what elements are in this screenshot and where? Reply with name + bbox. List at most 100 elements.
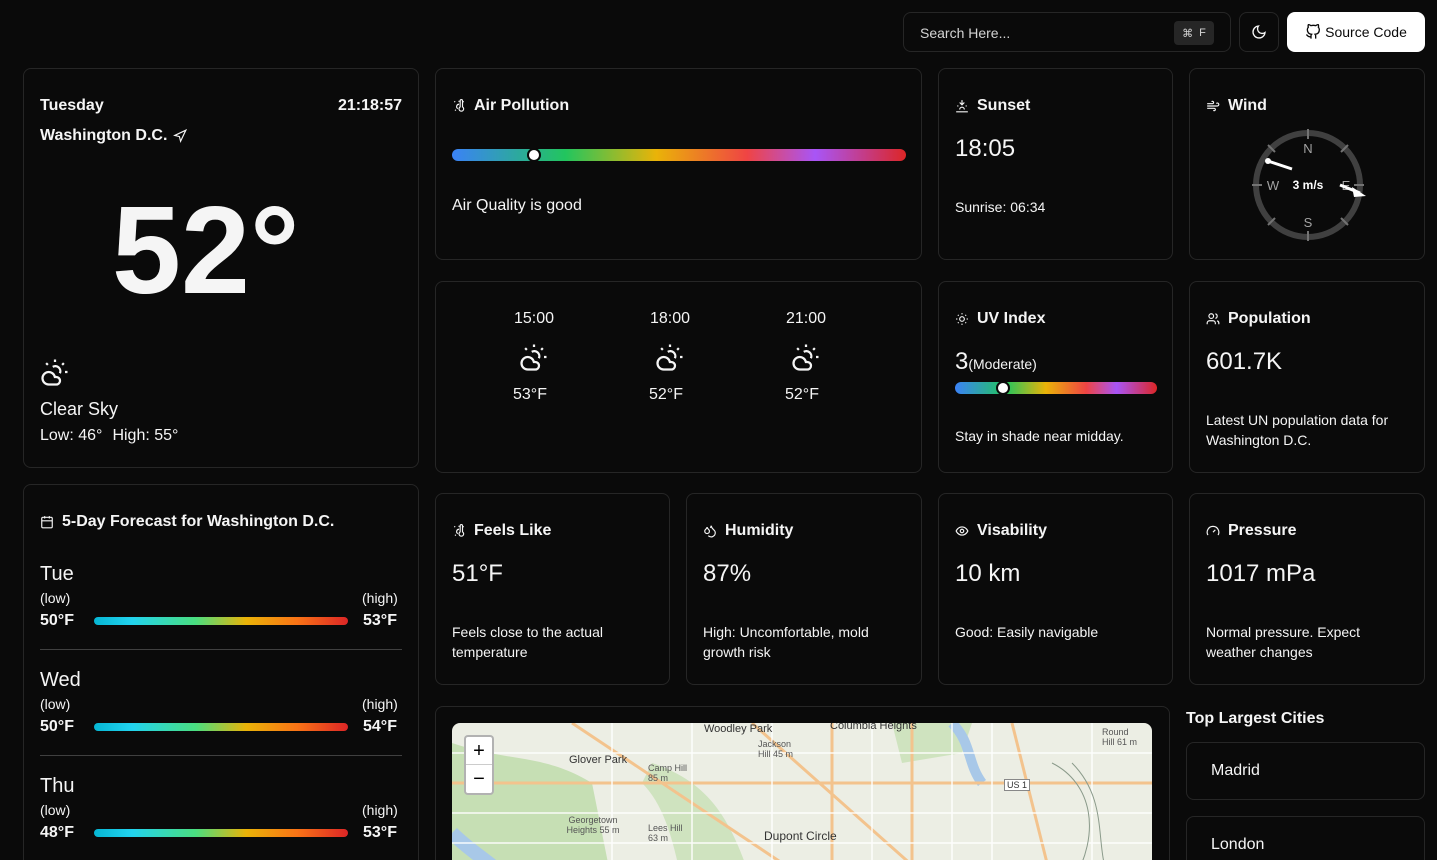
map-label: Round Hill 61 m: [1102, 727, 1138, 747]
map-label: Glover Park: [569, 754, 628, 766]
source-code-button[interactable]: Source Code: [1287, 12, 1425, 52]
wind-title: Wind: [1206, 97, 1267, 115]
forecast-high-label: (high): [362, 696, 398, 712]
hour-item: 15:00 53°F: [504, 310, 564, 404]
uv-value-row: 3 (Moderate): [955, 348, 1037, 376]
air-pollution-card: Air Pollution Air Quality is good: [435, 68, 922, 260]
city-item[interactable]: Madrid: [1186, 742, 1425, 800]
map-view[interactable]: Woodley Park Columbia Heights Glover Par…: [452, 723, 1152, 860]
current-weather-card: Tuesday 21:18:57 Washington D.C. 52° Cle…: [23, 68, 419, 468]
wind-icon: [1207, 100, 1220, 112]
sunset-time: 18:05: [955, 135, 1016, 162]
hour-item: 18:00 52°F: [640, 310, 700, 404]
forecast-high-label: (high): [362, 802, 398, 818]
calendar-icon: [41, 516, 53, 529]
map-label: Dupont Circle: [764, 829, 837, 843]
wind-speed: 3 m/s: [1293, 178, 1324, 192]
air-quality-text: Air Quality is good: [452, 197, 582, 214]
command-symbol: ⌘: [1182, 27, 1194, 40]
forecast-high: 53°F: [363, 612, 397, 629]
forecast-divider: [40, 755, 402, 756]
map-zoom-in-button[interactable]: +: [466, 737, 492, 765]
hour-time: 21:00: [785, 310, 827, 327]
search-box[interactable]: ⌘ F: [903, 12, 1231, 52]
forecast-low: 50°F: [40, 612, 74, 629]
forecast-day: Wed: [40, 669, 81, 691]
hour-temp: 52°F: [785, 386, 819, 403]
population-text: Latest UN population data for Washington…: [1206, 412, 1389, 448]
cloud-sun-icon: [792, 344, 819, 371]
search-input[interactable]: [920, 23, 1160, 43]
low-high: Low: 46° High: 55°: [40, 427, 178, 445]
compass-w: W: [1267, 178, 1280, 193]
wind-needle-tail: [1267, 159, 1293, 171]
moon-icon: [1252, 25, 1266, 39]
map-label: Jackson Hill 45 m: [758, 739, 794, 759]
condition-text: Clear Sky: [40, 399, 119, 419]
hour-temp: 53°F: [513, 386, 547, 403]
visibility-label: Visability: [977, 522, 1047, 539]
thermometer-sun-icon: [453, 99, 465, 112]
forecast-low-label: (low): [40, 696, 71, 712]
feels-like-title: Feels Like: [452, 522, 551, 540]
wind-label: Wind: [1228, 97, 1267, 114]
current-location: Washington D.C.: [40, 127, 188, 145]
sunset-icon: [956, 100, 968, 113]
current-time: 21:18:57: [337, 97, 402, 114]
city-name: Madrid: [1211, 762, 1260, 779]
map-label: Columbia Heights: [830, 723, 917, 732]
sun-icon: [956, 313, 968, 325]
humidity-card: Humidity 87% High: Uncomfortable, mold g…: [686, 493, 922, 685]
wind-card: Wind N S E W 3 m/s: [1189, 68, 1425, 260]
city-name: Washington D.C.: [40, 127, 168, 144]
humidity-label: Humidity: [725, 522, 794, 539]
air-pollution-title: Air Pollution: [452, 97, 569, 115]
map-label: Camp Hill 85 m: [648, 763, 688, 783]
high-temp: High: 55°: [112, 427, 179, 444]
cloud-sun-icon: [41, 359, 68, 386]
feels-like-text: Feels close to the actual temperature: [452, 624, 603, 660]
map-zoom-out-button[interactable]: −: [466, 765, 492, 793]
github-icon: [1306, 24, 1321, 39]
sunrise-time: Sunrise: 06:34: [955, 199, 1046, 215]
visibility-title: Visability: [955, 522, 1047, 540]
forecast-range-bar: [94, 723, 348, 731]
uv-text: Stay in shade near midday.: [955, 428, 1124, 444]
low-temp: Low: 46°: [40, 427, 103, 444]
forecast-day: Thu: [40, 775, 75, 797]
uv-label: UV Index: [977, 310, 1046, 327]
forecast-divider: [40, 649, 402, 650]
forecast-label: 5-Day Forecast for Washington D.C.: [62, 513, 335, 530]
hour-time: 15:00: [513, 310, 555, 327]
city-item[interactable]: London: [1186, 816, 1425, 860]
forecast-high-label: (high): [362, 590, 398, 606]
humidity-title: Humidity: [703, 522, 793, 540]
hour-item: 21:00 52°F: [776, 310, 836, 404]
uv-value: 3: [955, 348, 969, 375]
current-day: Tuesday: [40, 97, 104, 114]
wind-needle-dot: [1265, 158, 1271, 164]
source-code-label: Source Code: [1325, 24, 1407, 40]
uv-bar: [955, 381, 1157, 395]
air-quality-marker: [527, 148, 541, 162]
forecast-high: 53°F: [363, 824, 397, 841]
map-label: Woodley Park: [704, 723, 773, 735]
users-icon: [1206, 313, 1220, 325]
uv-index-card: UV Index 3 (Moderate) Stay in shade near…: [938, 281, 1173, 473]
current-temperature: 52°: [112, 182, 300, 320]
population-value: 601.7K: [1206, 348, 1283, 375]
hour-time: 18:00: [649, 310, 691, 327]
humidity-value: 87%: [703, 560, 752, 587]
humidity-text: High: Uncomfortable, mold growth risk: [703, 624, 869, 660]
population-card: Population 601.7K Latest UN population d…: [1189, 281, 1425, 473]
theme-toggle-button[interactable]: [1239, 12, 1279, 52]
shortcut-key: F: [1199, 27, 1206, 39]
forecast-low-label: (low): [40, 590, 71, 606]
map-label: Georgetown Heights 55 m: [566, 815, 620, 835]
map-zoom-controls: + −: [464, 735, 494, 795]
map-label: US 1: [1004, 779, 1031, 791]
five-day-forecast-card: 5-Day Forecast for Washington D.C.: [23, 484, 419, 860]
thermometer-icon: [453, 524, 465, 537]
air-pollution-label: Air Pollution: [474, 97, 570, 114]
cities-title: Top Largest Cities: [1186, 710, 1325, 727]
